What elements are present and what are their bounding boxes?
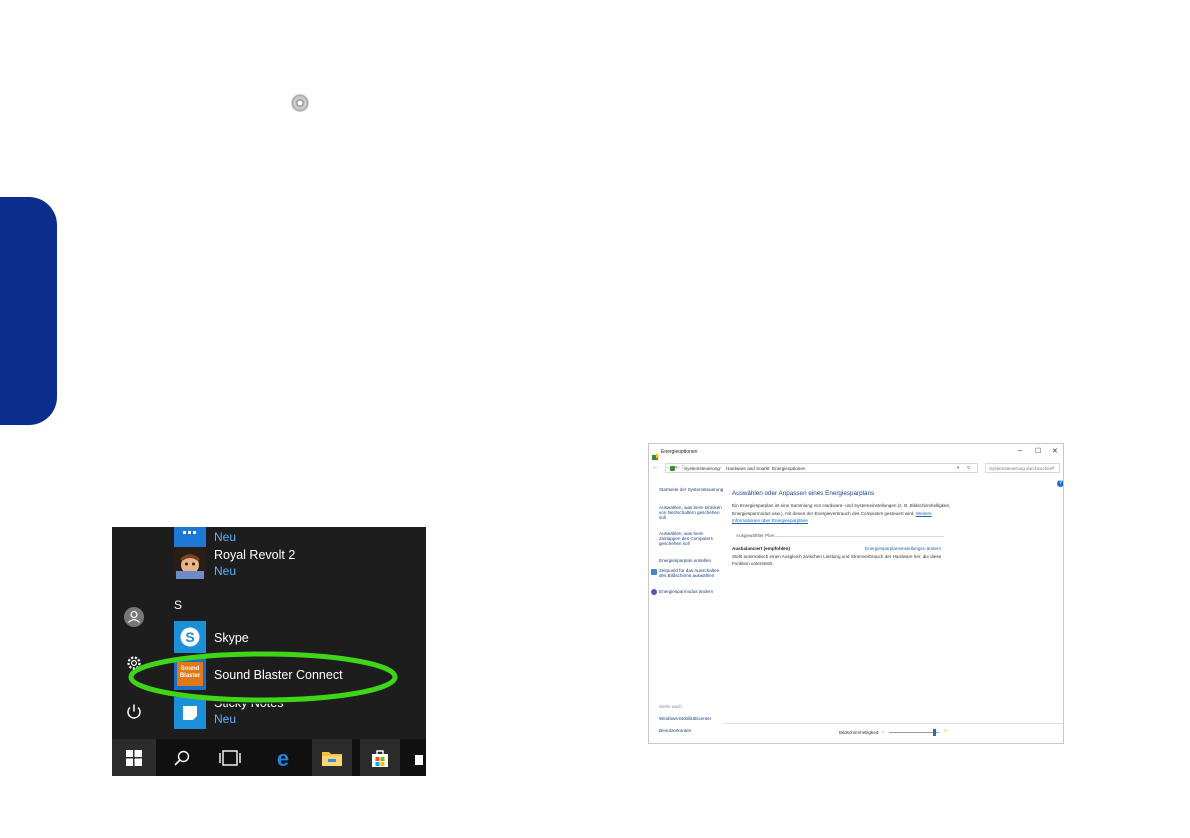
change-plan-settings-link[interactable]: Energiesparplaneinstellungen ändern	[865, 546, 941, 551]
more-info-link[interactable]: Weitere	[916, 511, 932, 516]
minimize-button[interactable]: –	[1018, 446, 1022, 455]
breadcrumb-sep: ›	[766, 465, 768, 470]
highlight-ellipse	[128, 651, 398, 703]
address-dropdown-icon[interactable]: ▾	[957, 465, 959, 471]
taskbar: e	[112, 739, 426, 776]
close-button[interactable]: ✕	[1052, 447, 1058, 455]
breadcrumb-sep: ›	[678, 465, 680, 470]
more-info-link-continued[interactable]: Informationen über Energiesparpläne	[732, 518, 808, 523]
breadcrumb-energieoptionen[interactable]: Energieoptionen	[772, 466, 805, 471]
see-also-heading: Siehe auch	[659, 704, 682, 709]
display-off-icon	[651, 569, 657, 575]
search-icon[interactable]: ⌕	[1052, 465, 1055, 470]
address-bar[interactable]: › Systemsteuerung › Hardware and Sound ›…	[665, 463, 978, 473]
refresh-icon[interactable]: ↻	[967, 465, 971, 471]
task-view-icon[interactable]	[210, 739, 250, 776]
bottom-divider	[723, 723, 1063, 724]
breadcrumb-systemsteuerung[interactable]: Systemsteuerung	[684, 466, 720, 471]
svg-text:e: e	[277, 747, 289, 769]
windows-start-icon[interactable]	[112, 739, 156, 776]
plan-description-2: Funktion unterstützt.	[732, 561, 774, 566]
window-title: Energieoptionen	[661, 449, 698, 455]
plan-description-1: Stellt automatisch einen Ausgleich zwisc…	[732, 554, 942, 559]
sidebar-home-link[interactable]: Startseite der Systemsteuerung	[659, 487, 723, 492]
description-line-2: Energiesparmodus usw.), mit denen der En…	[732, 511, 932, 516]
search-box[interactable]: Systemsteuerung durchsuchen ⌕	[985, 463, 1060, 473]
back-arrow-icon[interactable]: ←	[652, 464, 659, 471]
brightness-slider[interactable]	[889, 729, 939, 736]
balanced-plan-radio[interactable]: Ausbalanciert (empfohlen)	[732, 546, 790, 551]
description-line-1: Ein Energiesparplan ist eine Sammlung vo…	[732, 503, 951, 508]
brightness-low-icon: ☼	[881, 729, 886, 734]
power-options-window: Energieoptionen – ☐ ✕ ← → ▾ ↑ › Systemst…	[648, 443, 1064, 744]
brightness-label: Bildschirmhelligkeit:	[839, 730, 880, 735]
edge-browser-icon[interactable]: e	[263, 739, 303, 776]
sidebar-display-off-link[interactable]: Zeitpunkt für das Ausschalten des Bildsc…	[659, 568, 719, 578]
sleep-mode-icon	[651, 589, 657, 595]
maximize-button[interactable]: ☐	[1035, 447, 1041, 455]
search-icon[interactable]	[162, 739, 202, 776]
brightness-slider-thumb[interactable]	[932, 729, 936, 736]
breadcrumb-sep: ›	[720, 465, 722, 470]
power-options-app-icon	[652, 448, 660, 460]
start-menu-screenshot: Neu Royal Revolt 2 Neu S S Skype Sound B…	[112, 527, 426, 776]
help-icon[interactable]: ?	[1057, 480, 1063, 487]
file-explorer-icon[interactable]	[312, 739, 352, 776]
selected-plan-label: Ausgewählter Plan	[736, 533, 775, 538]
sidebar-create-plan-link[interactable]: Energiesparplan erstellen	[659, 558, 711, 563]
sidebar-power-button-link[interactable]: Auswählen, was beim Drücken von Netzscha…	[659, 505, 722, 520]
brightness-high-icon: ☼	[943, 728, 949, 734]
search-placeholder: Systemsteuerung durchsuchen	[989, 466, 1053, 471]
store-icon[interactable]	[360, 739, 400, 776]
breadcrumb-hardware-sound[interactable]: Hardware and Sound	[726, 466, 769, 471]
sidebar-lid-close-link[interactable]: Auswählen, was beim Zuklappen des Comput…	[659, 531, 713, 546]
user-accounts-link[interactable]: Benutzerkonten	[659, 728, 691, 733]
control-panel-icon	[670, 466, 675, 471]
main-heading: Auswählen oder Anpassen eines Energiespa…	[732, 490, 875, 497]
section-divider	[772, 536, 944, 537]
chapter-side-tab	[0, 197, 57, 425]
taskbar-overflow-icon[interactable]	[410, 739, 426, 776]
sidebar-sleep-link[interactable]: Energiesparmodus ändern	[659, 589, 713, 594]
mobility-center-link[interactable]: Windows-Mobilitätscenter	[659, 716, 711, 721]
disc-icon	[291, 94, 309, 112]
